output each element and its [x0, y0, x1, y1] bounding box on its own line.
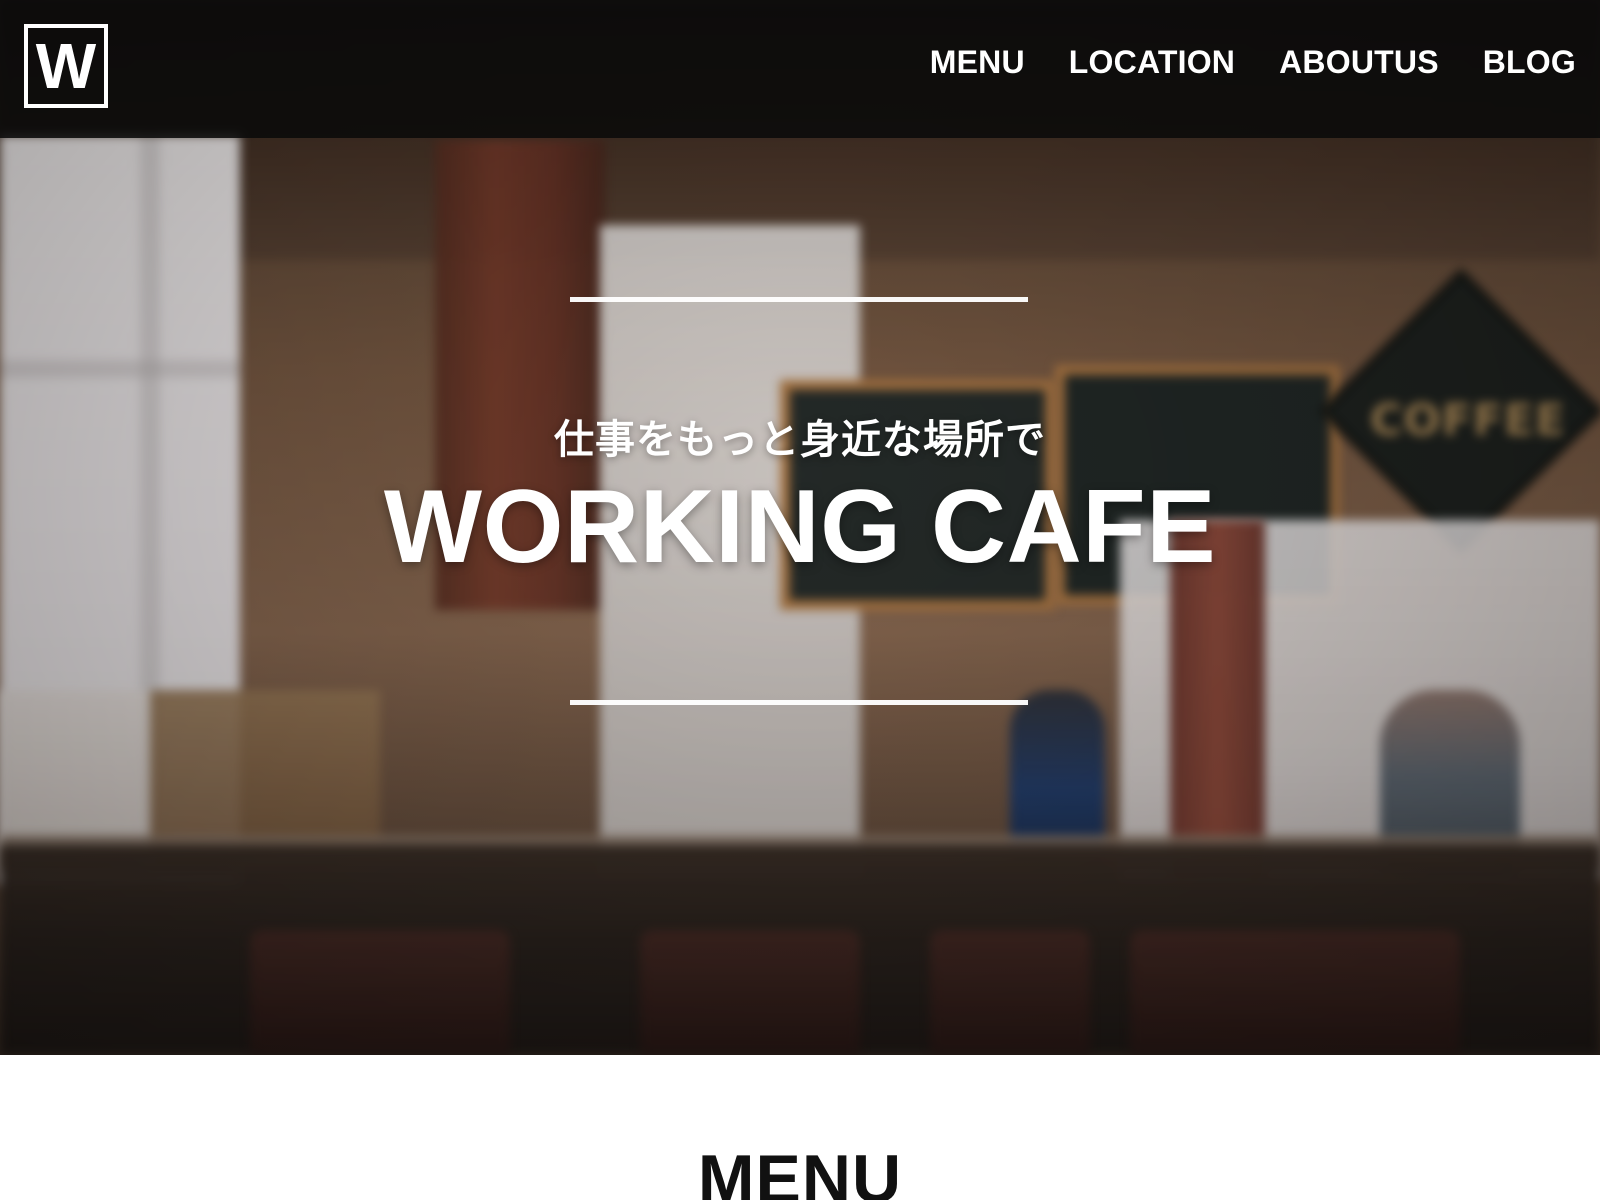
section-title-menu: MENU — [697, 1141, 903, 1200]
nav-item-menu[interactable]: MENU — [930, 46, 1025, 78]
menu-section: MENU — [0, 1055, 1600, 1200]
stool-blur — [1130, 930, 1460, 1055]
coffee-sign-text: COFFEE — [1370, 395, 1566, 446]
nav-item-location[interactable]: LOCATION — [1069, 46, 1235, 78]
pillar-blur — [435, 140, 605, 610]
stool-blur — [250, 930, 510, 1055]
logo-letter: W — [35, 30, 97, 102]
page: COFFEE W MENU LOCATION ABOUTUS BLOG 仕事をも… — [0, 0, 1600, 1200]
site-logo[interactable]: W — [24, 24, 108, 108]
primary-nav: MENU LOCATION ABOUTUS BLOG — [930, 46, 1576, 78]
nav-item-about-us[interactable]: ABOUTUS — [1279, 46, 1439, 78]
stool-blur — [930, 930, 1090, 1055]
hero: COFFEE W MENU LOCATION ABOUTUS BLOG 仕事をも… — [0, 0, 1600, 1055]
hero-background: COFFEE — [0, 0, 1600, 1055]
right-pillar-blur — [1170, 520, 1265, 880]
top-header: W MENU LOCATION ABOUTUS BLOG — [0, 0, 1600, 138]
menu-board-left-blur — [780, 380, 1055, 610]
nav-item-blog[interactable]: BLOG — [1483, 46, 1576, 78]
stool-blur — [640, 930, 860, 1055]
